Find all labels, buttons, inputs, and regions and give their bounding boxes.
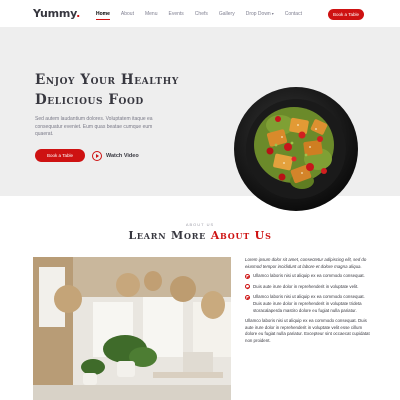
hero-food-image — [232, 85, 360, 213]
play-circle-icon — [92, 150, 102, 161]
checklist-item: Ullamco laboris nisi ut aliquip ex ea co… — [245, 273, 370, 280]
nav-events[interactable]: Events — [169, 11, 184, 17]
hero-description: Sed autem laudantium dolores. Voluptatem… — [35, 116, 153, 137]
logo-text: Yummy — [33, 7, 77, 20]
nav-home[interactable]: Home — [96, 11, 110, 20]
about-title-accent: About Us — [210, 229, 272, 242]
site-header: Yummy. Home About Menu Events Chefs Gall… — [0, 0, 400, 28]
hero-title-line2: Delicious Food — [35, 92, 144, 108]
about-intro: Lorem ipsum dolor sit amet, consectetur … — [245, 257, 367, 269]
checklist-item: Ullamco laboris nisi ut aliquip ex ea co… — [245, 294, 370, 314]
checklist-item-text: Duis aute irure dolor in reprehenderit i… — [253, 283, 359, 289]
watch-video-label: Watch Video — [106, 152, 139, 159]
about-title: Learn More About Us — [0, 229, 400, 242]
check-circle-icon — [245, 273, 250, 279]
checklist-item: Duis aute irure dolor in reprehenderit i… — [245, 284, 370, 291]
hero-title-line1: Enjoy Your Healthy — [35, 72, 179, 88]
restaurant-interior-image — [33, 257, 231, 400]
main-nav: Home About Menu Events Chefs Gallery Dro… — [96, 11, 313, 20]
header-book-table-button[interactable]: Book a Table — [328, 9, 364, 20]
hero-book-table-button[interactable]: Book a Table — [35, 149, 85, 162]
about-text-block: Lorem ipsum dolor sit amet, consectetur … — [245, 257, 370, 348]
check-circle-icon — [245, 284, 250, 290]
logo[interactable]: Yummy. — [33, 7, 80, 20]
check-circle-icon — [245, 294, 250, 300]
nav-about[interactable]: About — [121, 11, 134, 17]
section-kicker: ABOUT US — [185, 222, 215, 227]
nav-menu[interactable]: Menu — [145, 11, 158, 17]
nav-drop-down[interactable]: Drop Down▾ — [246, 11, 274, 17]
nav-drop-down-label: Drop Down — [245, 11, 271, 17]
hero-section: Enjoy Your Healthy Delicious Food Sed au… — [0, 28, 400, 211]
hero-title: Enjoy Your Healthy Delicious Food — [35, 70, 215, 110]
checklist-item-text: Ullamco laboris nisi ut aliquip ex ea co… — [253, 273, 365, 279]
nav-chefs[interactable]: Chefs — [195, 11, 208, 17]
nav-gallery[interactable]: Gallery — [219, 11, 235, 17]
food-plate-illustration — [234, 87, 358, 211]
about-title-main: Learn More — [128, 229, 211, 242]
checklist-item-text: Ullamco laboris nisi ut aliquip ex ea co… — [253, 294, 365, 313]
nav-contact[interactable]: Contact — [285, 11, 302, 17]
chevron-down-icon: ▾ — [271, 11, 274, 16]
about-outro: Ullamco laboris nisi ut aliquip ex ea co… — [245, 318, 370, 343]
restaurant-illustration — [33, 257, 231, 400]
about-checklist: Ullamco laboris nisi ut aliquip ex ea co… — [245, 273, 370, 314]
watch-video-link[interactable]: Watch Video — [92, 149, 139, 162]
logo-dot: . — [76, 7, 81, 20]
